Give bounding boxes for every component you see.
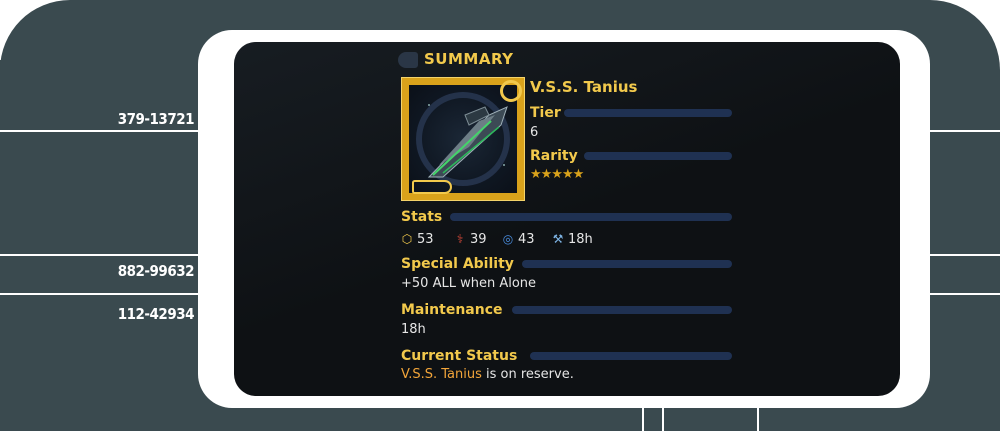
- frame-divider: [928, 254, 1000, 256]
- frame-divider: [928, 130, 1000, 132]
- ship-image: [409, 85, 517, 193]
- current-status-text: V.S.S. Tanius is on reserve.: [401, 367, 574, 382]
- frame-divider: [928, 293, 1000, 295]
- header-pill-icon: [398, 52, 418, 68]
- maintenance-value: 18h: [401, 322, 426, 337]
- frame-divider: [757, 407, 759, 431]
- tier-value: 6: [530, 125, 539, 140]
- tier-bar: [564, 109, 732, 117]
- current-status-bar: [530, 352, 732, 360]
- current-status-label: Current Status: [401, 348, 518, 364]
- coordinate-label: 882-99632: [117, 262, 195, 280]
- stat-speed: ◎ 43: [502, 232, 535, 247]
- portrait-tab-icon: [412, 180, 452, 194]
- speed-stat-icon: ◎: [502, 232, 514, 246]
- rarity-label: Rarity: [530, 148, 578, 164]
- frame-divider: [0, 130, 200, 132]
- maintenance-bar: [512, 306, 732, 314]
- coordinate-label: 379-13721: [117, 110, 195, 128]
- frame-divider: [0, 254, 200, 256]
- frame-divider: [0, 293, 200, 295]
- faction-emblem-icon: [500, 80, 522, 102]
- frame-divider: [642, 407, 644, 431]
- status-ship-name: V.S.S. Tanius: [401, 367, 482, 382]
- coordinate-label: 112-42934: [117, 305, 195, 323]
- ship-name: V.S.S. Tanius: [530, 78, 638, 96]
- summary-header: SUMMARY: [424, 50, 514, 68]
- rarity-bar: [584, 152, 732, 160]
- frame-divider: [662, 407, 664, 431]
- tier-label: Tier: [530, 105, 561, 121]
- summary-screen: SUMMARY V.S.S. Tanius Tier 6 Rarity ★★★★…: [234, 42, 900, 396]
- special-ability-value: +50 ALL when Alone: [401, 276, 537, 291]
- stats-label: Stats: [401, 209, 443, 225]
- status-description: is on reserve.: [481, 367, 574, 382]
- stat-maintenance: ⚒ 18h: [552, 232, 593, 247]
- starship-icon: [416, 92, 510, 186]
- special-ability-label: Special Ability: [401, 256, 514, 272]
- wrench-stat-icon: ⚒: [552, 232, 564, 246]
- ship-portrait[interactable]: [401, 77, 525, 201]
- stat-attack: ⚕ 39: [454, 232, 487, 247]
- stats-bar: [450, 213, 732, 221]
- special-ability-bar: [522, 260, 732, 268]
- attack-stat-icon: ⚕: [456, 232, 464, 246]
- maintenance-label: Maintenance: [401, 302, 503, 318]
- stat-shield: ⬡ 53: [401, 232, 434, 247]
- shield-stat-icon: ⬡: [401, 232, 413, 246]
- rarity-stars: ★★★★★: [530, 167, 584, 182]
